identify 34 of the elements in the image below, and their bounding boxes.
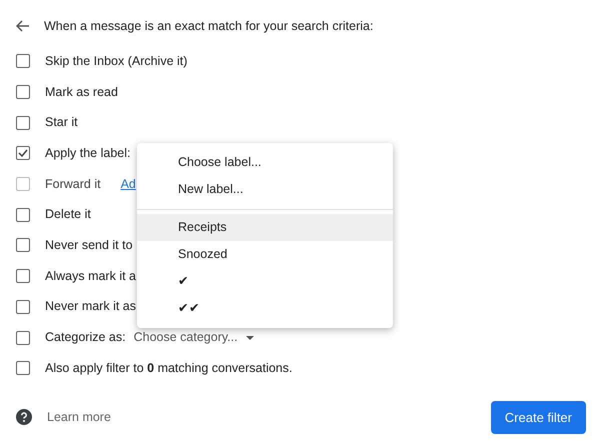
option-label: Mark as read [45,84,118,101]
option-label: Apply the label: [45,145,130,162]
learn-more-link[interactable]: Learn more [47,408,111,427]
option-label: Also apply filter to 0 matching conversations. [45,360,292,377]
menu-item[interactable]: ✔✔ [137,295,393,322]
checkbox[interactable] [16,300,30,314]
menu-item[interactable]: Snoozed [137,241,393,268]
option-label: Never mark it as [45,298,136,316]
option-label: Skip the Inbox (Archive it) [45,52,188,70]
option-label: Star it [45,114,78,132]
caret-icon [246,336,254,340]
back-arrow-icon[interactable] [16,20,30,32]
menu-item[interactable]: ✔ [137,268,393,295]
option-label: Always mark it a [45,268,136,285]
category-dropdown[interactable]: Choose category... [134,328,254,347]
option-label: Delete it [45,206,91,224]
option-label: Forward it [45,176,101,193]
section-heading: When a message is an exact match for your search criteria: [44,18,374,35]
menu-item[interactable]: Choose label... [137,149,393,176]
menu-item[interactable]: Receipts [137,214,393,241]
create-filter-button[interactable]: Create filter [490,400,586,434]
checkbox[interactable] [16,238,30,252]
checkbox[interactable] [16,146,30,160]
checkbox[interactable] [16,54,30,68]
checkbox[interactable] [16,116,30,130]
checkbox[interactable] [16,361,30,376]
menu-item[interactable]: New label... [137,176,393,203]
checkbox[interactable] [16,208,30,222]
option-label: Categorize as: [45,329,126,346]
checkbox[interactable] [16,330,30,345]
help-icon[interactable] [16,409,32,426]
checkbox[interactable] [16,269,30,284]
option-label: Never send it to [45,237,133,254]
checkbox[interactable] [16,85,30,100]
